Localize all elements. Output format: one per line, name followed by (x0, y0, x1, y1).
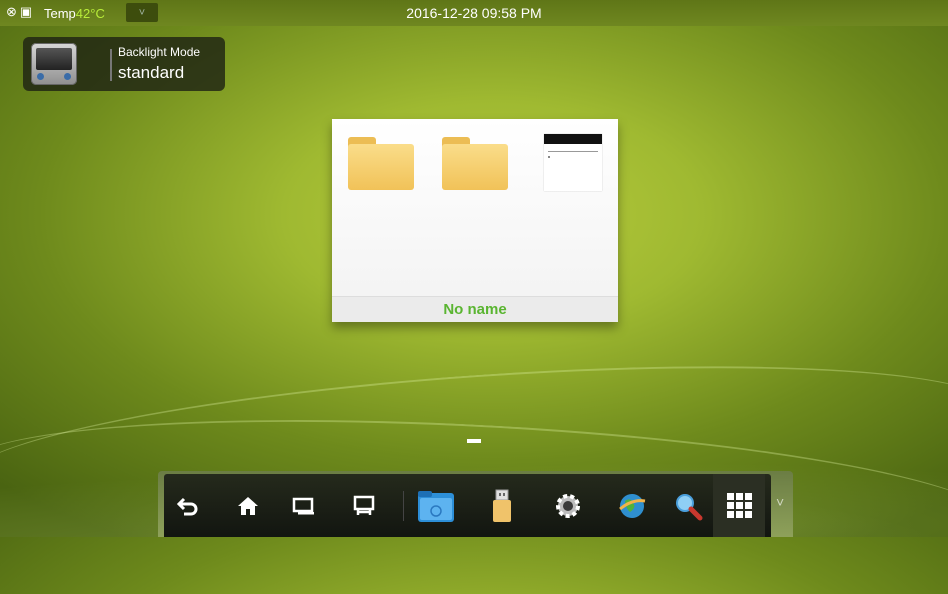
chevron-down-icon: ˅ (776, 494, 785, 510)
divider (110, 49, 112, 81)
settings-icon (556, 493, 580, 518)
file-manager-icon (418, 490, 454, 522)
document-thumbnail[interactable] (544, 134, 602, 191)
apps-grid-icon (726, 493, 752, 518)
datetime: 2016-12-28 09:58 PM (406, 5, 542, 21)
display-icon (353, 495, 375, 515)
display-button[interactable] (346, 474, 382, 537)
backlight-title: Backlight Mode (118, 45, 201, 59)
status-bar: ⊗ ▣ Temp42°C ˅ 2016-12-28 09:58 PM (0, 0, 948, 26)
settings-button[interactable] (548, 474, 588, 537)
browser-button[interactable] (612, 474, 652, 537)
dock-divider (403, 491, 404, 521)
file-manager-button[interactable] (414, 474, 458, 537)
file-preview-card[interactable]: No name (332, 119, 618, 322)
card-title: No name (332, 296, 618, 322)
search-button[interactable] (668, 474, 708, 537)
search-icon (676, 493, 703, 520)
monitor-icon (31, 43, 77, 85)
bottom-dock (158, 471, 793, 537)
browser-icon (619, 493, 646, 518)
folder-icon[interactable] (348, 137, 414, 190)
backlight-value: standard (118, 63, 185, 82)
page-indicator (467, 439, 481, 443)
multitask-icon (292, 497, 314, 514)
home-button[interactable] (230, 474, 266, 537)
multitask-button[interactable] (286, 474, 322, 537)
back-icon (177, 497, 198, 515)
home-icon (238, 496, 258, 515)
usb-icon (493, 489, 511, 522)
usb-button[interactable] (482, 474, 522, 537)
apps-button[interactable] (713, 474, 765, 537)
dock-bar (164, 474, 771, 537)
dock-expand-button[interactable]: ˅ (776, 494, 784, 510)
folder-icon[interactable] (442, 137, 508, 190)
back-button[interactable] (170, 474, 206, 537)
backlight-mode-panel[interactable]: Backlight Mode standard (23, 37, 225, 91)
